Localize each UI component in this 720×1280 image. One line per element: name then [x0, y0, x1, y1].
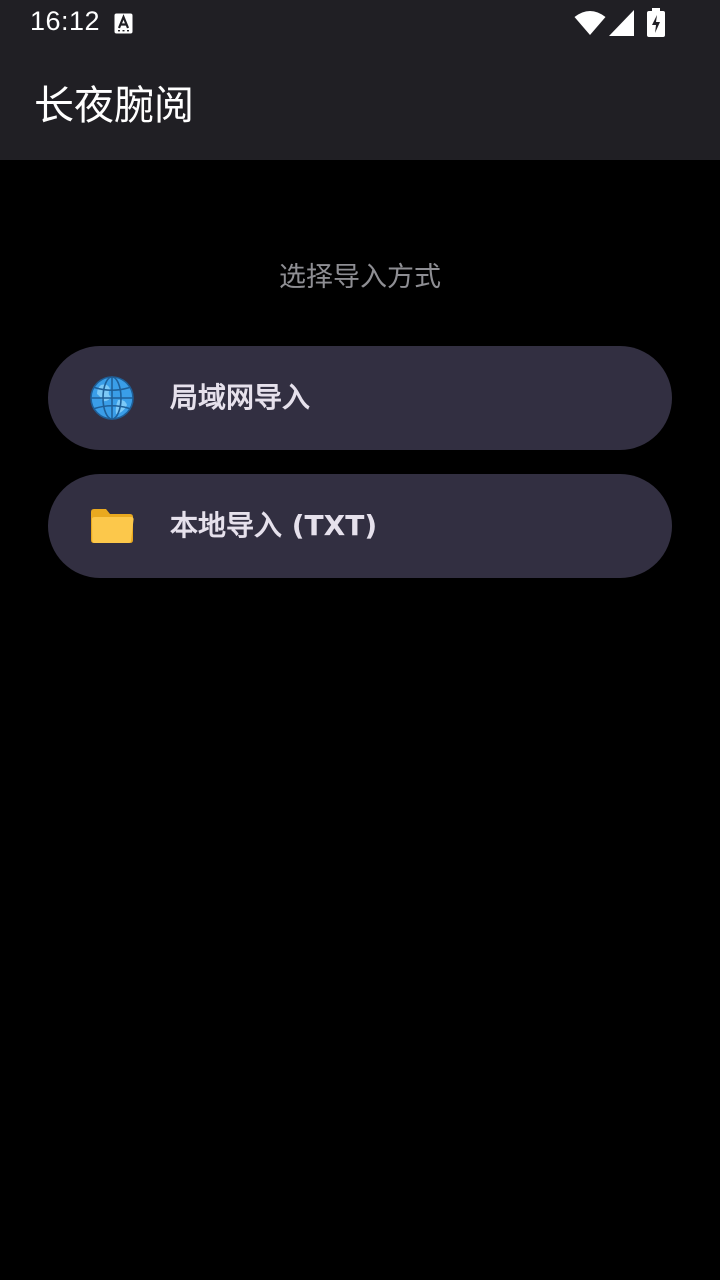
app-title: 长夜腕阅 [34, 83, 194, 129]
local-txt-import-button[interactable]: 本地导入 (TXT) [48, 474, 672, 578]
a-notification-icon [114, 13, 133, 34]
import-method-heading: 选择导入方式 [279, 262, 441, 293]
globe-icon [90, 376, 134, 420]
wifi-icon [574, 11, 606, 35]
app-bar: 长夜腕阅 [0, 48, 720, 160]
status-time: 16:12 [30, 6, 101, 36]
battery-charging-icon [647, 8, 665, 37]
signal-icon [609, 10, 634, 36]
local-import-label: 本地导入 (TXT) [170, 509, 378, 542]
status-bar: 16:12 [0, 0, 720, 48]
lan-import-label: 局域网导入 [170, 381, 311, 414]
folder-icon [91, 509, 134, 543]
lan-import-button[interactable]: 局域网导入 [48, 346, 672, 450]
